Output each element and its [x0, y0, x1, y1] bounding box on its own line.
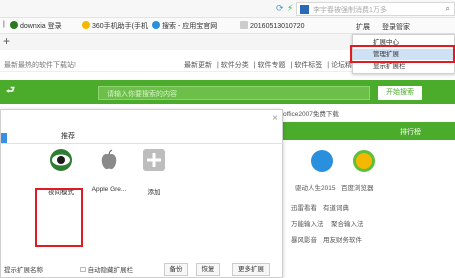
nav-link-categories[interactable]: 软件分类 [221, 62, 249, 69]
side-download-link[interactable]: office2007免费下载 [283, 108, 339, 118]
rank-link-yonyou[interactable]: 用友财务软件 [323, 234, 362, 244]
refresh-icon[interactable]: ⟳ [276, 3, 284, 14]
extension-label: 添加 [147, 189, 161, 196]
site-slogan: 最新最热的软件下载站! [4, 62, 76, 69]
eye-icon [50, 149, 72, 171]
bookmark-yingyongbao[interactable]: 搜索 - 应用宝官网 [152, 21, 217, 31]
tab-indicator [1, 133, 7, 143]
web-page: 最新最热的软件下载站! 最新更新 | 软件分类 | 软件专题 | 软件标签 | 论坛精华… [0, 50, 455, 278]
bookmark-page[interactable]: 20160513010720 [240, 21, 305, 30]
dialog-tabs: 推荐 [1, 130, 284, 144]
search-placeholder: 请输入你要搜索的内容 [107, 91, 177, 98]
lightning-icon[interactable]: ⚡ [287, 3, 293, 14]
bookmark-separator: | [3, 21, 5, 28]
ranking-header: 排行榜 [283, 122, 455, 140]
site-logo[interactable]: ⮐ [6, 83, 15, 100]
extension-apple-green[interactable]: Apple Gre... [87, 148, 131, 193]
rank-link-input[interactable]: 万能输入法 [291, 218, 324, 228]
auto-hide-checkbox[interactable]: ☐ 自动隐藏扩展栏 [80, 264, 133, 274]
close-icon[interactable]: × [272, 113, 278, 124]
highlight-box-manage-extensions [350, 45, 455, 63]
backup-button[interactable]: 备份 [164, 263, 188, 276]
bookmark-downxia[interactable]: downxia 登录 [10, 21, 62, 31]
search-icon[interactable]: ⌕ [446, 4, 450, 14]
ranking-panel: 排行榜 驱动人生2015 百度浏览器 迅雷看看 有道词典 万能输入法 聚合输入法… [283, 122, 455, 246]
site-nav-links: 最新更新 | 软件分类 | 软件专题 | 软件标签 | 论坛精华 [184, 62, 360, 69]
address-search-text: 李宇春被强制消费1万多 [313, 7, 387, 14]
address-search-box[interactable]: 李宇春被强制消费1万多 ⌕ [296, 2, 455, 16]
login-manager-button[interactable]: 登录管家 [382, 24, 410, 31]
extension-button[interactable]: 扩展 [356, 24, 370, 31]
highlight-box-night-mode [35, 188, 83, 247]
footer-hint: 提示扩展名称 [4, 267, 43, 274]
nav-link-topics[interactable]: 软件专题 [258, 62, 286, 69]
rank-link-driver[interactable]: 驱动人生2015 [295, 182, 335, 192]
bookmark-360[interactable]: 360手机助手(手机 [82, 21, 148, 31]
site-search-button[interactable]: 开始搜索 [378, 86, 422, 100]
dialog-footer: 提示扩展名称 ☐ 自动隐藏扩展栏 备份 恢复 更多扩展 [0, 262, 283, 278]
extension-bar: 扩展 登录管家 [356, 22, 410, 32]
rank-link-baofeng[interactable]: 暴风影音 [291, 234, 317, 244]
plus-icon [143, 149, 165, 171]
more-extensions-button[interactable]: 更多扩展 [232, 263, 270, 276]
search-engine-icon[interactable] [300, 5, 309, 14]
app-icon-driver[interactable] [311, 150, 333, 172]
extension-dialog: × 推荐 夜间模式 Apple Gre... 添加 [0, 109, 284, 278]
restore-button[interactable]: 恢复 [196, 263, 220, 276]
browser-top-bar: ⟳ ⚡ 李宇春被强制消费1万多 ⌕ [0, 0, 455, 18]
site-search-input[interactable]: 请输入你要搜索的内容 [98, 86, 370, 100]
apple-icon [101, 149, 117, 170]
nav-link-tags[interactable]: 软件标签 [294, 62, 322, 69]
rank-link-browser[interactable]: 百度浏览器 [341, 182, 374, 192]
rank-link-juhe[interactable]: 聚合输入法 [331, 218, 364, 228]
tab-recommended[interactable]: 推荐 [61, 131, 75, 141]
nav-link-latest[interactable]: 最新更新 [184, 62, 212, 69]
ranking-title: 排行榜 [400, 129, 421, 136]
add-extension-button[interactable]: 添加 [132, 148, 176, 196]
extension-label: Apple Gre... [91, 186, 127, 193]
rank-link-youdao[interactable]: 有道词典 [323, 202, 349, 212]
rank-link-xunlei[interactable]: 迅雷看看 [291, 202, 317, 212]
app-icon-browser[interactable] [353, 150, 375, 172]
new-tab-button[interactable]: + [3, 34, 10, 48]
